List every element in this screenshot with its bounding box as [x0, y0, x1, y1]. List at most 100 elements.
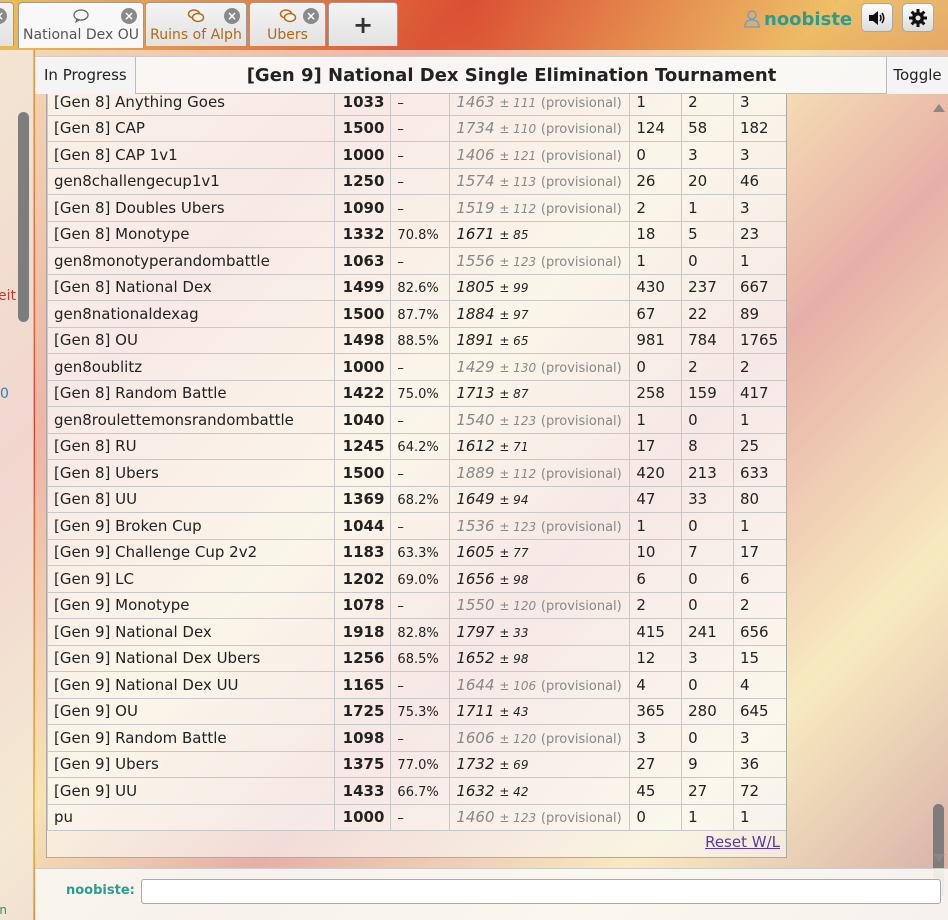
- format-name: [Gen 9] Random Battle: [54, 728, 227, 747]
- total-value: 6: [739, 569, 750, 588]
- format-name: [Gen 9] OU: [54, 702, 138, 721]
- losses-cell: 213: [681, 459, 734, 487]
- settings-button[interactable]: [902, 3, 934, 32]
- total-cell: 3: [732, 94, 786, 116]
- wins-cell: 1: [629, 406, 683, 434]
- gxe-value: –: [397, 360, 404, 376]
- total-value: 80: [739, 490, 760, 509]
- user-box[interactable]: noobiste: [744, 6, 852, 32]
- table-row: [Gen 9] Broken Cup 1044– 1536 ± 123 (provi…: [47, 512, 786, 540]
- wins-value: 1: [636, 516, 646, 535]
- close-icon[interactable]: ×: [121, 8, 137, 24]
- tab-partial[interactable]: × s: [0, 2, 14, 46]
- total-cell: 2: [732, 591, 786, 619]
- total-cell: 17: [732, 538, 786, 566]
- wins-value: 981: [636, 331, 665, 350]
- glicko-cell: 1732 ± 69: [449, 750, 631, 778]
- losses-value: 20: [688, 172, 708, 191]
- elo-value: 1375: [342, 755, 385, 774]
- total-value: 3: [739, 145, 750, 164]
- tab-national-dex-ou[interactable]: × National Dex OU: [18, 2, 144, 48]
- wins-cell: 27: [629, 750, 683, 778]
- sound-button[interactable]: [861, 3, 893, 32]
- glicko-cell: 1652 ± 98: [449, 644, 631, 672]
- close-icon[interactable]: ×: [303, 8, 319, 24]
- wins-cell: 45: [629, 777, 683, 805]
- wins-value: 1: [636, 251, 646, 270]
- tab-label: National Dex OU: [23, 27, 139, 43]
- glicko-value: 1891: [456, 331, 495, 350]
- status-button[interactable]: In Progress: [35, 57, 136, 94]
- scroll-down-arrow[interactable]: [933, 854, 945, 862]
- tab-ubers[interactable]: × Ubers: [249, 2, 326, 46]
- gxe-value: 63.3%: [397, 546, 439, 562]
- glicko-cell: 1891 ± 65: [449, 326, 631, 354]
- elo-cell: 1078: [334, 591, 392, 619]
- gxe-cell: –: [390, 803, 451, 831]
- format-cell: [Gen 8] Doubles Ubers: [47, 194, 336, 222]
- elo-cell: 1000: [334, 141, 392, 169]
- table-row: [Gen 8] OU 1498 88.5% 1891 ± 65 981 784 1765: [47, 326, 786, 354]
- close-icon[interactable]: ×: [0, 8, 7, 24]
- total-cell: 1: [732, 803, 786, 831]
- elo-cell: 1033: [334, 94, 392, 116]
- glicko-value: 1556: [456, 251, 495, 270]
- losses-cell: 0: [681, 591, 734, 619]
- toggle-button[interactable]: Toggle: [886, 57, 948, 94]
- gxe-value: –: [397, 201, 404, 217]
- gxe-cell: 82.8%: [390, 618, 451, 646]
- wins-value: 1: [636, 410, 646, 429]
- scrollbar-thumb[interactable]: [18, 112, 29, 322]
- elo-cell: 1165: [334, 671, 392, 699]
- glicko-cell: 1605 ± 77: [449, 538, 631, 566]
- reset-wl-link[interactable]: Reset W/L: [705, 833, 780, 851]
- gxe-cell: 88.5%: [390, 326, 451, 354]
- format-name: [Gen 9] UU: [54, 781, 138, 800]
- chat-username: noobiste:: [66, 883, 135, 898]
- wins-cell: 258: [629, 379, 683, 407]
- tab-ruins-of-alph[interactable]: × Ruins of Alph: [145, 2, 247, 46]
- glicko-cell: 1606 ± 120 (provisional): [449, 724, 631, 752]
- scrollbar[interactable]: [930, 94, 948, 898]
- table-row: [Gen 9] National Dex Ubers 1256 68.5% 1652 …: [47, 644, 786, 672]
- total-cell: 645: [732, 697, 786, 725]
- total-value: 23: [739, 225, 760, 244]
- elo-cell: 1202: [334, 565, 392, 593]
- total-cell: 6: [732, 565, 786, 593]
- format-name: [Gen 8] Random Battle: [54, 384, 227, 403]
- elo-cell: 1500: [334, 114, 392, 142]
- total-value: 645: [739, 702, 769, 721]
- glicko-deviation: ± 43: [499, 705, 529, 720]
- provisional-label: (provisional): [540, 175, 622, 191]
- total-cell: 1: [732, 247, 786, 275]
- total-value: 667: [739, 278, 769, 297]
- elo-cell: 1256: [334, 644, 392, 672]
- chat-input[interactable]: [141, 879, 941, 904]
- scroll-up-arrow[interactable]: [933, 104, 945, 112]
- format-name: [Gen 9] LC: [54, 569, 134, 588]
- format-name: [Gen 8] Ubers: [54, 463, 159, 482]
- losses-value: 58: [688, 119, 708, 138]
- format-name: [Gen 8] RU: [54, 437, 137, 456]
- elo-value: 1500: [342, 463, 385, 482]
- total-value: 15: [739, 649, 760, 668]
- total-cell: 36: [732, 750, 786, 778]
- new-tab-button[interactable]: +: [328, 2, 398, 46]
- wins-value: 45: [636, 781, 656, 800]
- elo-cell: 1063: [334, 247, 392, 275]
- glicko-cell: 1460 ± 123 (provisional): [449, 803, 631, 831]
- chat-bubble-icon: [73, 9, 89, 23]
- close-icon[interactable]: ×: [224, 8, 240, 24]
- glicko-deviation: ± 110: [499, 122, 537, 137]
- table-row: [Gen 9] Ubers 1375 77.0% 1732 ± 69 27 9 36: [47, 750, 786, 778]
- losses-value: 0: [688, 251, 698, 270]
- glicko-value: 1463: [456, 94, 495, 111]
- losses-cell: 7: [681, 538, 734, 566]
- format-cell: [Gen 8] OU: [47, 326, 336, 354]
- glicko-deviation: ± 113: [499, 175, 537, 190]
- glicko-value: 1550: [456, 596, 495, 615]
- table-row: gen8roulettemonsrandombattle 1040– 1540 ± …: [47, 406, 786, 434]
- gxe-value: –: [397, 811, 404, 827]
- room-header: In Progress [Gen 9] National Dex Single …: [35, 56, 948, 94]
- losses-value: 0: [688, 675, 698, 694]
